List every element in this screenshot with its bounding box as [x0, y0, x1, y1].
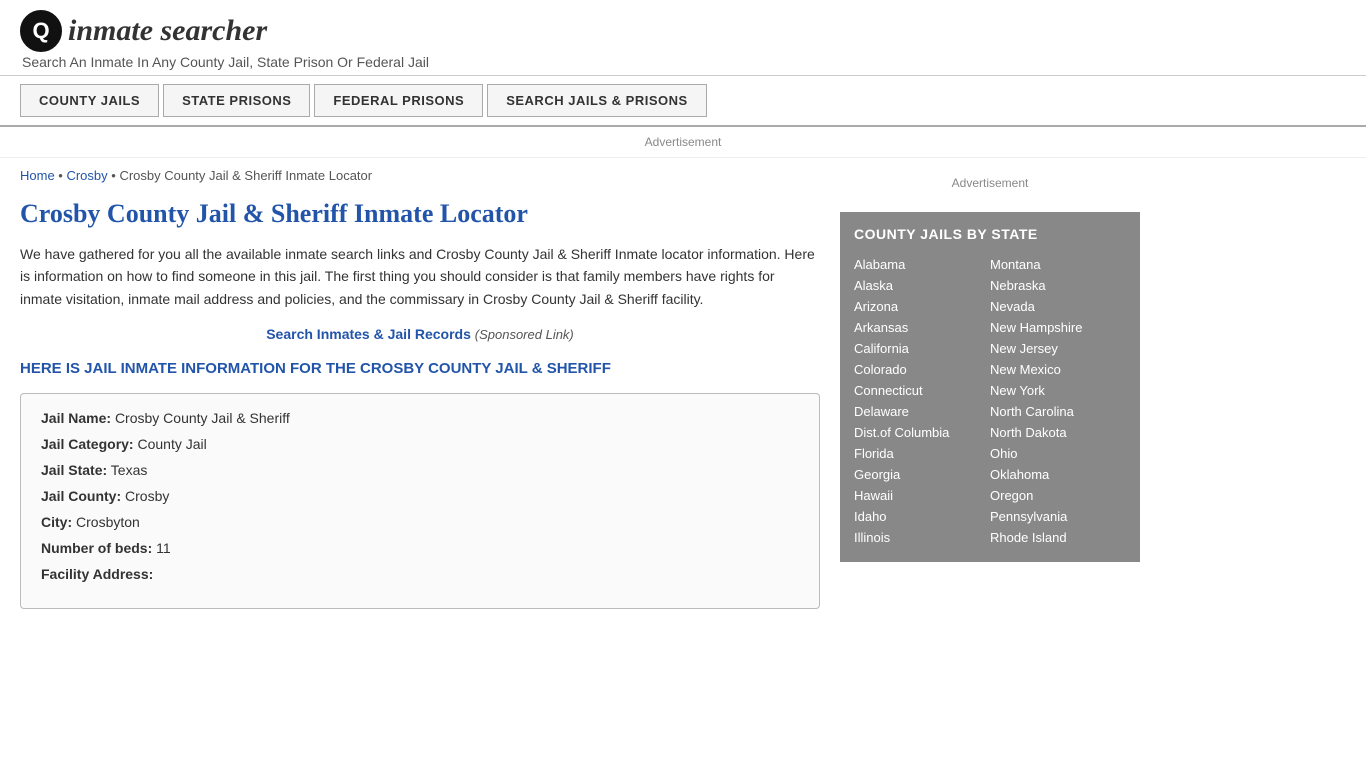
state-link[interactable]: Arkansas: [854, 317, 990, 338]
info-box: Jail Name: Crosby County Jail & Sheriff …: [20, 393, 820, 609]
state-columns: AlabamaAlaskaArizonaArkansasCaliforniaCo…: [854, 254, 1126, 548]
logo-text-span: inmate searcher: [68, 14, 267, 47]
state-link[interactable]: Pennsylvania: [990, 506, 1126, 527]
jail-county-row: Jail County: Crosby: [41, 488, 799, 504]
state-link[interactable]: Hawaii: [854, 485, 990, 506]
city-label: City:: [41, 514, 72, 530]
breadcrumb-home-link[interactable]: Home: [20, 168, 55, 183]
state-box-title: COUNTY JAILS BY STATE: [854, 226, 1126, 242]
jail-county-label: Jail County:: [41, 488, 121, 504]
sponsored-label: (Sponsored Link): [475, 327, 574, 342]
content-area: Home • Crosby • Crosby County Jail & She…: [20, 168, 820, 609]
beds-value: 11: [156, 540, 171, 556]
state-link[interactable]: Florida: [854, 443, 990, 464]
jail-name-label: Jail Name:: [41, 410, 111, 426]
breadcrumb: Home • Crosby • Crosby County Jail & She…: [20, 168, 820, 183]
state-link[interactable]: New Mexico: [990, 359, 1126, 380]
search-link-area: Search Inmates & Jail Records (Sponsored…: [20, 326, 820, 342]
state-link[interactable]: Colorado: [854, 359, 990, 380]
logo-area: Q inmate searcher: [20, 10, 1346, 52]
nav-bar: COUNTY JAILS STATE PRISONS FEDERAL PRISO…: [0, 76, 1366, 127]
state-link[interactable]: New York: [990, 380, 1126, 401]
state-link[interactable]: Rhode Island: [990, 527, 1126, 548]
sidebar-ad: Advertisement: [840, 168, 1140, 198]
state-link[interactable]: Delaware: [854, 401, 990, 422]
state-link[interactable]: Illinois: [854, 527, 990, 548]
states-right-col: MontanaNebraskaNevadaNew HampshireNew Je…: [990, 254, 1126, 548]
intro-text: We have gathered for you all the availab…: [20, 243, 820, 310]
address-label: Facility Address:: [41, 566, 153, 582]
jail-name-value: Crosby County Jail & Sheriff: [115, 410, 290, 426]
state-link[interactable]: Ohio: [990, 443, 1126, 464]
jail-county-value: Crosby: [125, 488, 169, 504]
state-link[interactable]: Georgia: [854, 464, 990, 485]
breadcrumb-current: Crosby County Jail & Sheriff Inmate Loca…: [119, 168, 372, 183]
city-value: Crosbyton: [76, 514, 140, 530]
jail-category-row: Jail Category: County Jail: [41, 436, 799, 452]
county-jails-nav-btn[interactable]: COUNTY JAILS: [20, 84, 159, 117]
ad-bar: Advertisement: [0, 127, 1366, 158]
state-link[interactable]: Dist.of Columbia: [854, 422, 990, 443]
state-link[interactable]: Oklahoma: [990, 464, 1126, 485]
beds-row: Number of beds: 11: [41, 540, 799, 556]
search-jails-nav-btn[interactable]: SEARCH JAILS & PRISONS: [487, 84, 706, 117]
jail-category-value: County Jail: [137, 436, 206, 452]
state-link[interactable]: North Dakota: [990, 422, 1126, 443]
tagline: Search An Inmate In Any County Jail, Sta…: [20, 54, 1346, 70]
jail-name-row: Jail Name: Crosby County Jail & Sheriff: [41, 410, 799, 426]
state-link[interactable]: Alaska: [854, 275, 990, 296]
section-heading: HERE IS JAIL INMATE INFORMATION FOR THE …: [20, 360, 820, 377]
state-link[interactable]: Connecticut: [854, 380, 990, 401]
state-link[interactable]: Oregon: [990, 485, 1126, 506]
breadcrumb-crosby-link[interactable]: Crosby: [66, 168, 107, 183]
page-title: Crosby County Jail & Sheriff Inmate Loca…: [20, 199, 820, 229]
logo-text: inmate searcher: [68, 14, 267, 48]
main-layout: Home • Crosby • Crosby County Jail & She…: [0, 158, 1366, 619]
state-link[interactable]: Alabama: [854, 254, 990, 275]
state-prisons-nav-btn[interactable]: STATE PRISONS: [163, 84, 310, 117]
state-link[interactable]: Montana: [990, 254, 1126, 275]
state-link[interactable]: Idaho: [854, 506, 990, 527]
state-box: COUNTY JAILS BY STATE AlabamaAlaskaArizo…: [840, 212, 1140, 562]
state-link[interactable]: Nevada: [990, 296, 1126, 317]
breadcrumb-sep2: •: [108, 168, 120, 183]
breadcrumb-sep1: •: [55, 168, 67, 183]
sidebar: Advertisement COUNTY JAILS BY STATE Alab…: [840, 168, 1140, 609]
jail-category-label: Jail Category:: [41, 436, 134, 452]
state-link[interactable]: Arizona: [854, 296, 990, 317]
state-link[interactable]: New Hampshire: [990, 317, 1126, 338]
state-link[interactable]: North Carolina: [990, 401, 1126, 422]
state-link[interactable]: California: [854, 338, 990, 359]
state-link[interactable]: Nebraska: [990, 275, 1126, 296]
beds-label: Number of beds:: [41, 540, 152, 556]
federal-prisons-nav-btn[interactable]: FEDERAL PRISONS: [314, 84, 483, 117]
address-row: Facility Address:: [41, 566, 799, 582]
search-inmates-link[interactable]: Search Inmates & Jail Records: [266, 326, 471, 342]
city-row: City: Crosbyton: [41, 514, 799, 530]
jail-state-row: Jail State: Texas: [41, 462, 799, 478]
state-link[interactable]: New Jersey: [990, 338, 1126, 359]
header: Q inmate searcher Search An Inmate In An…: [0, 0, 1366, 76]
jail-state-value: Texas: [111, 462, 148, 478]
jail-state-label: Jail State:: [41, 462, 107, 478]
states-left-col: AlabamaAlaskaArizonaArkansasCaliforniaCo…: [854, 254, 990, 548]
logo-icon: Q: [20, 10, 62, 52]
